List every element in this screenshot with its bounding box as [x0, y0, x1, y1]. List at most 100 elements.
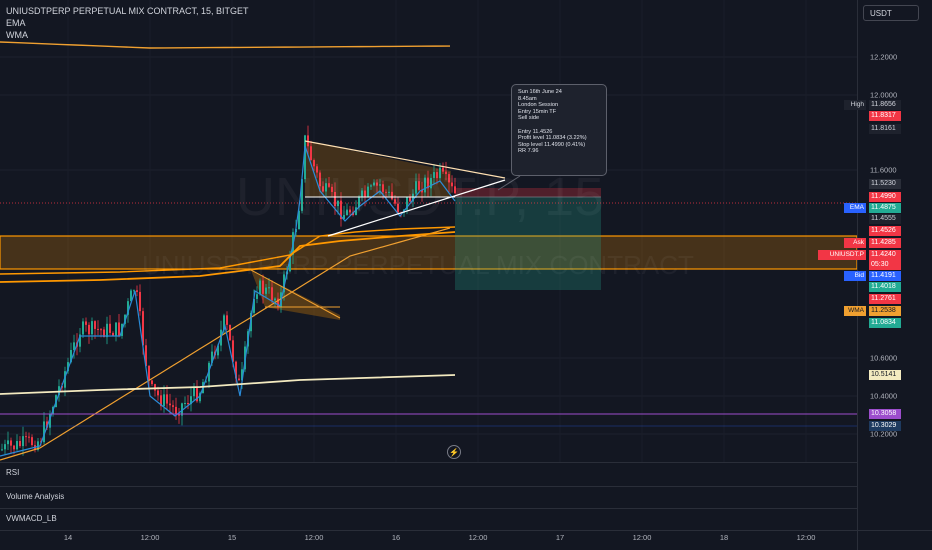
note-line [518, 122, 600, 129]
candle-body [154, 384, 156, 391]
price-badge: 11.4555 [869, 214, 901, 224]
candle-body [163, 394, 165, 407]
candle-body [10, 440, 12, 446]
candle-body [307, 135, 309, 147]
candle-body [169, 403, 171, 406]
time-label: 12:00 [304, 533, 324, 542]
candle-body [28, 436, 30, 438]
price-tick: 10.4000 [870, 391, 898, 401]
candle-body [178, 414, 180, 416]
candle-body [193, 386, 195, 397]
note-line: RR 7.96 [518, 148, 539, 155]
note-line: Sell side [518, 115, 540, 122]
flash-icon[interactable]: ⚡ [447, 445, 461, 459]
candle-body [115, 322, 117, 336]
candle-body [238, 378, 240, 381]
pane-rsi[interactable]: RSI [0, 462, 857, 483]
legend-ema[interactable]: EMA [6, 17, 249, 29]
price-badge-label: Bid [844, 271, 866, 281]
price-badge: 11.8161 [869, 124, 901, 134]
candle-body [256, 294, 258, 299]
price-badge-label: UNIUSDT.P [818, 250, 866, 260]
price-badge: 11.4018 [869, 282, 901, 292]
price-tick: 12.0000 [870, 90, 898, 100]
trade-note-callout[interactable]: Sun 16th June 24 8.45am London Session E… [511, 84, 607, 176]
candle-body [175, 406, 177, 415]
candle-body [229, 324, 231, 341]
candle-body [100, 329, 102, 331]
note-line: 8.45am [518, 95, 537, 102]
candle-body [187, 402, 189, 405]
candle-body [166, 394, 168, 404]
candle-body [25, 436, 27, 438]
time-label: 16 [391, 533, 401, 542]
price-tick: 10.6000 [870, 353, 898, 363]
candle-body [88, 324, 90, 335]
time-label: 14 [63, 533, 73, 542]
time-label: 12:00 [140, 533, 160, 542]
price-badge: 11.4191 [869, 271, 901, 281]
price-badge: 11.0834 [869, 318, 901, 328]
note-line: London Session [518, 102, 559, 109]
candle-body [136, 290, 138, 292]
time-label: 12:00 [632, 533, 652, 542]
candle-body [109, 323, 111, 333]
price-badge: 11.4240 [869, 250, 901, 260]
time-label: 15 [227, 533, 237, 542]
candle-body [106, 323, 108, 338]
chart-legend: UNIUSDTPERP PERPETUAL MIX CONTRACT, 15, … [6, 5, 249, 41]
note-line: Entry 15min TF [518, 108, 557, 115]
candle-body [157, 390, 159, 396]
note-line: Entry 11.4526 [518, 128, 553, 135]
candle-body [262, 280, 264, 294]
candle-body [16, 440, 18, 450]
pane-volume-analysis[interactable]: Volume Analysis [0, 486, 857, 507]
candle-body [268, 287, 270, 289]
candle-body [82, 321, 84, 335]
candle-body [85, 321, 87, 325]
price-badge: 11.4875 [869, 203, 901, 213]
price-badge: 05:30 [869, 260, 901, 270]
time-label: 17 [555, 533, 565, 542]
candle-body [118, 322, 120, 336]
candle-body [310, 146, 312, 161]
price-badge: 10.3058 [869, 409, 901, 419]
candle-body [274, 298, 276, 301]
candle-body [1, 449, 3, 451]
time-label: 12:00 [468, 533, 488, 542]
candle-body [265, 287, 267, 294]
price-badge: 11.5230 [869, 179, 901, 189]
candle-body [19, 440, 21, 447]
price-badge: 10.3029 [869, 421, 901, 431]
price-badge: 11.8317 [869, 111, 901, 121]
candle-body [94, 321, 96, 329]
candle-body [226, 315, 228, 325]
time-label: 12:00 [796, 533, 816, 542]
price-badge: 11.4526 [869, 226, 901, 236]
candle-body [271, 287, 273, 301]
price-badge: 11.8656 [869, 100, 901, 110]
price-badge-label: WMA [844, 306, 866, 316]
candle-body [13, 445, 15, 450]
time-label: 18 [719, 533, 729, 542]
candle-body [31, 437, 33, 446]
note-line: Stop level 11.4990 (0.41%) [518, 141, 586, 148]
legend-wma[interactable]: WMA [6, 29, 249, 41]
price-badge-label: EMA [844, 203, 866, 213]
note-line: Sun 16th June 24 [518, 89, 562, 95]
symbol-title[interactable]: UNIUSDTPERP PERPETUAL MIX CONTRACT, 15, … [6, 5, 249, 17]
candle-body [148, 365, 150, 381]
price-badge-label: Ask [844, 238, 866, 248]
candle-body [97, 328, 99, 330]
price-badge: 11.2761 [869, 294, 901, 304]
price-badge: 11.2538 [869, 306, 901, 316]
price-tick: 11.6000 [870, 165, 897, 175]
price-badge: 11.4285 [869, 238, 901, 248]
currency-button[interactable]: USDT [863, 5, 919, 21]
pane-vwmacd[interactable]: VWMACD_LB [0, 508, 857, 529]
candle-body [22, 436, 24, 447]
candle-body [4, 444, 6, 450]
candle-body [151, 380, 153, 385]
candle-body [259, 280, 261, 295]
candle-body [91, 321, 93, 335]
